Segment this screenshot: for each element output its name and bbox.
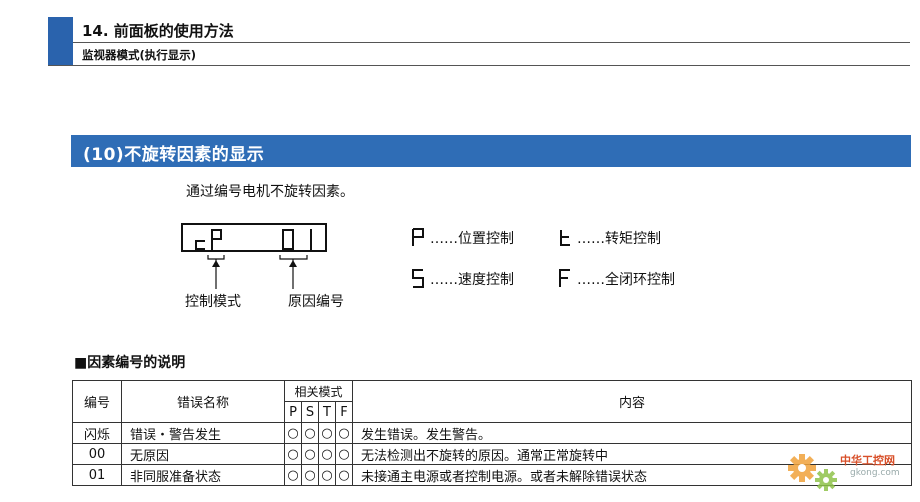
arrow-left-head [212,260,220,267]
legend-item-fullclosed: ……全闭环控制 [557,267,717,289]
cell-mark: ○ [335,464,353,486]
chapter-accent-bar [48,17,73,65]
cell-mark: ○ [318,422,336,444]
cell-mark: ○ [301,464,319,486]
intro-text: 通过编号电机不旋转因素。 [186,184,354,200]
watermark-name: 中华工控网 [840,454,895,467]
table-row: 闪烁 错误・警告发生 ○ ○ ○ ○ 发生错误。发生警告。 [72,422,912,444]
cell-mark: ○ [284,443,302,465]
chapter-divider [73,42,910,43]
legend-text: ……速度控制 [430,272,514,288]
glyph-p-icon [412,228,424,246]
label-cause-number: 原因编号 [288,294,344,310]
legend-text: ……全闭环控制 [577,272,675,288]
cell-mark: ○ [318,443,336,465]
chapter-subtitle: 监视器模式(执行显示) [82,48,197,62]
chapter-title: 14. 前面板的使用方法 [82,22,234,40]
label-control-mode: 控制模式 [185,294,241,310]
bracket-left [207,255,225,260]
header-mode-t: T [318,401,336,423]
watermark: 中华工控网 gkong.com [784,446,914,498]
seven-segment-display [181,223,327,252]
header-modes-group: 相关模式 [284,380,353,402]
cell-no: 闪烁 [72,422,122,444]
bracket-right [279,255,308,260]
header-mode-f: F [335,401,353,423]
legend-item-position: ……位置控制 [410,226,550,248]
header-no: 编号 [72,380,122,423]
cell-mark: ○ [301,422,319,444]
header-mode-s: S [301,401,319,423]
cell-name: 错误・警告发生 [121,422,285,444]
legend-item-torque: ……转矩控制 [557,226,697,248]
cell-mark: ○ [335,443,353,465]
chapter-header: 14. 前面板的使用方法 监视器模式(执行显示) [48,17,910,66]
legend-item-speed: ……速度控制 [410,267,550,289]
cell-no: 01 [72,464,122,486]
header-desc: 内容 [352,380,912,423]
cell-desc: 发生错误。发生警告。 [352,422,912,444]
glyph-s-icon [412,269,424,288]
digit-p [211,229,222,250]
glyph-f-icon [559,269,570,287]
digit-0 [282,229,294,250]
display-pointer-arrows [207,255,308,289]
cell-mark: ○ [284,464,302,486]
cell-mark: ○ [301,443,319,465]
glyph-t-icon [560,230,570,246]
cell-name: 无原因 [121,443,285,465]
cell-mark: ○ [284,422,302,444]
display-digits [195,229,312,250]
header-mode-p: P [284,401,302,423]
cell-mark: ○ [335,422,353,444]
arrow-right-head [289,260,297,267]
cell-name: 非同服准备状态 [121,464,285,486]
legend-text: ……转矩控制 [577,231,661,247]
cell-mark: ○ [318,464,336,486]
digit-c [195,240,205,250]
watermark-url: gkong.com [850,468,900,478]
table-title: ■因素编号的说明 [74,355,186,371]
gear-icon [788,454,837,491]
legend-text: ……位置控制 [430,231,514,247]
header-name: 错误名称 [121,380,285,423]
cell-no: 00 [72,443,122,465]
section-band: (10)不旋转因素的显示 [71,135,911,167]
section-title: (10)不旋转因素的显示 [83,145,265,165]
